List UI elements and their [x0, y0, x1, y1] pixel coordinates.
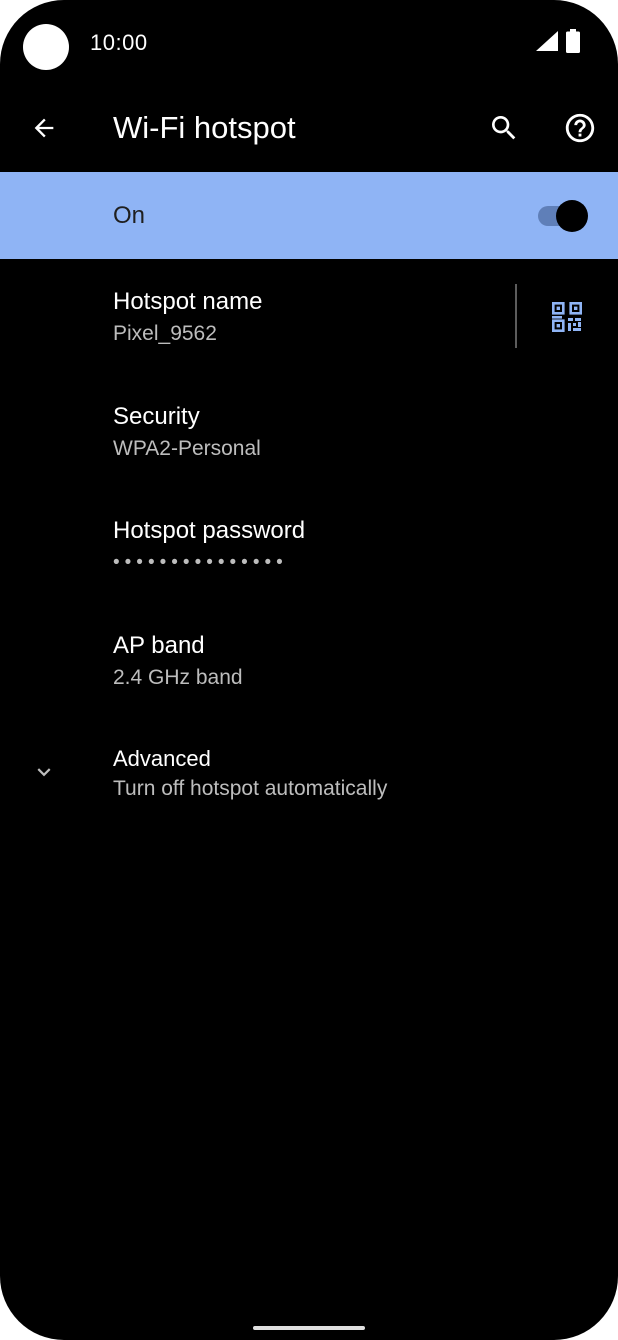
help-circle-icon	[565, 113, 595, 143]
vertical-divider	[515, 284, 517, 348]
pref-summary-advanced: Turn off hotspot automatically	[113, 777, 388, 800]
share-qr-button[interactable]	[544, 294, 590, 340]
battery-icon	[566, 28, 580, 58]
pref-summary-hotspot-name: Pixel_9562	[113, 322, 217, 345]
pref-title-hotspot-name: Hotspot name	[113, 288, 263, 315]
arrow-back-icon	[34, 118, 54, 138]
search-button[interactable]	[480, 104, 528, 152]
pref-title-security: Security	[113, 403, 200, 430]
master-switch-bar[interactable]: On	[0, 172, 618, 259]
master-switch-label: On	[113, 202, 146, 229]
search-icon	[492, 116, 516, 140]
home-indicator[interactable]	[253, 1326, 365, 1330]
pref-summary-ap-band: 2.4 GHz band	[113, 666, 243, 689]
pref-title-advanced: Advanced	[113, 746, 211, 771]
signal-icon	[536, 30, 558, 56]
pref-title-hotspot-password: Hotspot password	[113, 517, 306, 544]
chevron-down-icon	[37, 768, 51, 777]
phone-screen: 10:00 Wi-Fi hotspot On Hotspot name Pixe…	[0, 0, 618, 1340]
pref-summary-hotspot-password: •••••••••••••••	[113, 552, 288, 573]
expand-advanced[interactable]	[24, 752, 64, 792]
pref-summary-security: WPA2-Personal	[113, 437, 261, 460]
page-title: Wi-Fi hotspot	[113, 110, 296, 145]
pref-title-ap-band: AP band	[113, 632, 205, 659]
camera-cutout	[23, 24, 69, 70]
app-bar: Wi-Fi hotspot	[0, 86, 618, 170]
toggle-thumb	[556, 200, 588, 232]
status-time: 10:00	[90, 30, 148, 55]
qr-code-icon	[552, 302, 582, 332]
hotspot-toggle[interactable]	[538, 200, 588, 232]
help-button[interactable]	[556, 104, 604, 152]
status-icons	[536, 28, 580, 58]
back-button[interactable]	[20, 104, 68, 152]
